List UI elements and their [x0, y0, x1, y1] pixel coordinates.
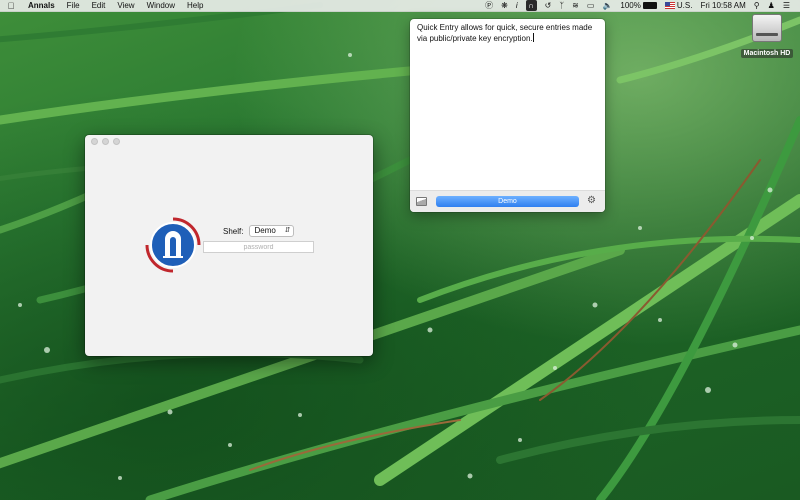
disk-label: Macintosh HD [740, 49, 794, 58]
close-button[interactable] [91, 137, 98, 145]
annals-lock-logo-icon [145, 217, 201, 273]
shelf-select-value: Demo [254, 226, 276, 235]
password-field[interactable] [203, 241, 314, 253]
image-icon[interactable] [416, 197, 427, 206]
battery-status[interactable]: 100% [616, 0, 660, 12]
input-source[interactable]: U.S. [661, 0, 697, 12]
bluetooth-icon[interactable]: ᛉ [555, 0, 568, 12]
volume-icon[interactable]: 🔈 [598, 0, 616, 12]
menu-help[interactable]: Help [181, 0, 209, 12]
quick-entry-popover: Quick Entry allows for quick, secure ent… [410, 19, 605, 212]
window-titlebar[interactable] [85, 135, 373, 147]
gear-icon[interactable]: ⚙ [587, 195, 596, 207]
quick-entry-text: Quick Entry allows for quick, secure ent… [417, 23, 593, 43]
menu-app-name[interactable]: Annals [22, 0, 61, 12]
input-source-label: U.S. [676, 0, 693, 10]
annals-lock-icon[interactable]: ∩ [522, 0, 541, 11]
menu-view[interactable]: View [111, 0, 140, 12]
onepassword-icon[interactable]: Ⓟ [481, 0, 497, 12]
info-icon[interactable]: i [512, 0, 522, 12]
menu-file[interactable]: File [61, 0, 86, 12]
status-area: Ⓟ ❋ i ∩ ↺ ᛉ ≋ ▭ 🔈 100% U.S. Fri 10:58 AM… [481, 0, 800, 12]
updown-arrows-icon: ⇵ [284, 227, 291, 234]
paw-icon[interactable]: ❋ [497, 0, 512, 12]
time-machine-icon[interactable]: ↺ [541, 0, 556, 12]
user-icon[interactable]: ♟ [764, 0, 779, 12]
menu-edit[interactable]: Edit [86, 0, 112, 12]
shelf-select[interactable]: Demo ⇵ [249, 225, 295, 237]
us-flag-icon [664, 2, 675, 9]
text-cursor [532, 33, 534, 42]
notification-center-icon[interactable]: ☰ [779, 0, 794, 12]
unlock-window: Shelf: Demo ⇵ [85, 135, 373, 356]
battery-icon [642, 2, 657, 9]
shelf-button[interactable]: Demo [436, 196, 579, 207]
apple-logo-icon[interactable]:  [0, 1, 22, 11]
shelf-label: Shelf: [223, 226, 244, 236]
menu-window[interactable]: Window [141, 0, 181, 12]
hard-drive-icon [752, 14, 782, 42]
wifi-icon[interactable]: ≋ [568, 0, 583, 12]
quick-entry-toolbar: Demo ⚙ [410, 190, 605, 212]
airplay-icon[interactable]: ▭ [583, 0, 599, 12]
desktop-disk-item[interactable]: Macintosh HD [740, 14, 794, 60]
quick-entry-textarea[interactable]: Quick Entry allows for quick, secure ent… [417, 23, 601, 44]
zoom-button[interactable] [113, 137, 120, 145]
clock[interactable]: Fri 10:58 AM [696, 0, 749, 12]
minimize-button[interactable] [102, 137, 109, 145]
spotlight-icon[interactable]: ⚲ [750, 0, 764, 12]
menu-bar:  Annals File Edit View Window Help Ⓟ ❋ … [0, 0, 800, 12]
shelf-row: Shelf: Demo ⇵ [223, 225, 295, 237]
battery-percent: 100% [620, 0, 641, 10]
